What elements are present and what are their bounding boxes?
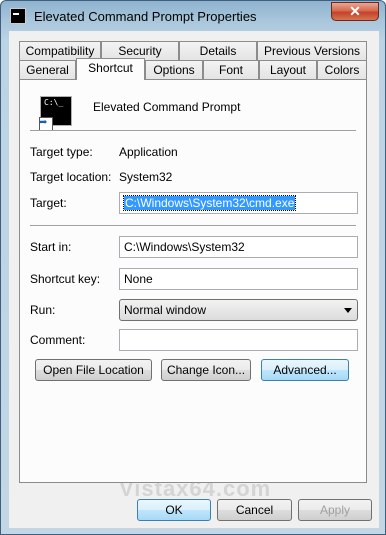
comment-label: Comment: xyxy=(30,333,86,347)
shortcut-name: Elevated Command Prompt xyxy=(93,100,241,114)
target-type-label: Target type: xyxy=(30,145,93,159)
chevron-down-icon xyxy=(344,308,352,313)
ok-button[interactable]: OK xyxy=(137,499,211,521)
run-label: Run: xyxy=(30,303,56,317)
run-select-value: Normal window xyxy=(124,303,207,317)
title-bar[interactable]: Elevated Command Prompt Properties ✕ xyxy=(1,1,386,31)
tab-layout[interactable]: Layout xyxy=(259,60,317,80)
shortcut-panel: C:\_ ➦ Elevated Command Prompt Target ty… xyxy=(19,79,367,483)
advanced-button[interactable]: Advanced... xyxy=(261,359,349,381)
cancel-button[interactable]: Cancel xyxy=(217,499,292,521)
target-location-label: Target location: xyxy=(30,170,112,184)
target-type-value: Application xyxy=(119,145,178,159)
tab-previous-versions[interactable]: Previous Versions xyxy=(257,41,367,61)
comment-field[interactable] xyxy=(119,329,358,351)
dialog-client: Compatibility Security Details Previous … xyxy=(9,31,379,528)
tab-font[interactable]: Font xyxy=(203,60,259,80)
tab-details[interactable]: Details xyxy=(179,41,257,61)
separator xyxy=(30,225,356,227)
apply-button[interactable]: Apply xyxy=(298,499,372,521)
change-icon-button[interactable]: Change Icon... xyxy=(161,359,251,381)
properties-window: Elevated Command Prompt Properties ✕ Com… xyxy=(0,0,386,535)
shortcut-arrow-icon: ➦ xyxy=(39,117,48,128)
command-prompt-icon xyxy=(10,8,26,24)
target-field[interactable]: C:\Windows\System32\cmd.exe xyxy=(119,192,358,214)
separator xyxy=(30,130,356,132)
open-file-location-button[interactable]: Open File Location xyxy=(35,359,152,381)
tab-options[interactable]: Options xyxy=(145,60,203,80)
start-in-field[interactable]: C:\Windows\System32 xyxy=(119,236,358,258)
close-button[interactable]: ✕ xyxy=(331,2,379,21)
window-title: Elevated Command Prompt Properties xyxy=(34,9,257,24)
tab-shortcut[interactable]: Shortcut xyxy=(76,58,145,80)
tab-general[interactable]: General xyxy=(19,60,76,80)
start-in-label: Start in: xyxy=(30,240,72,254)
target-location-value: System32 xyxy=(119,170,173,184)
shortcut-key-field[interactable]: None xyxy=(119,268,358,290)
target-value-selected: C:\Windows\System32\cmd.exe xyxy=(122,195,297,211)
shortcut-key-label: Shortcut key: xyxy=(30,272,101,286)
tab-colors[interactable]: Colors xyxy=(317,60,367,80)
run-select[interactable]: Normal window xyxy=(119,299,358,321)
target-label: Target: xyxy=(30,196,67,210)
